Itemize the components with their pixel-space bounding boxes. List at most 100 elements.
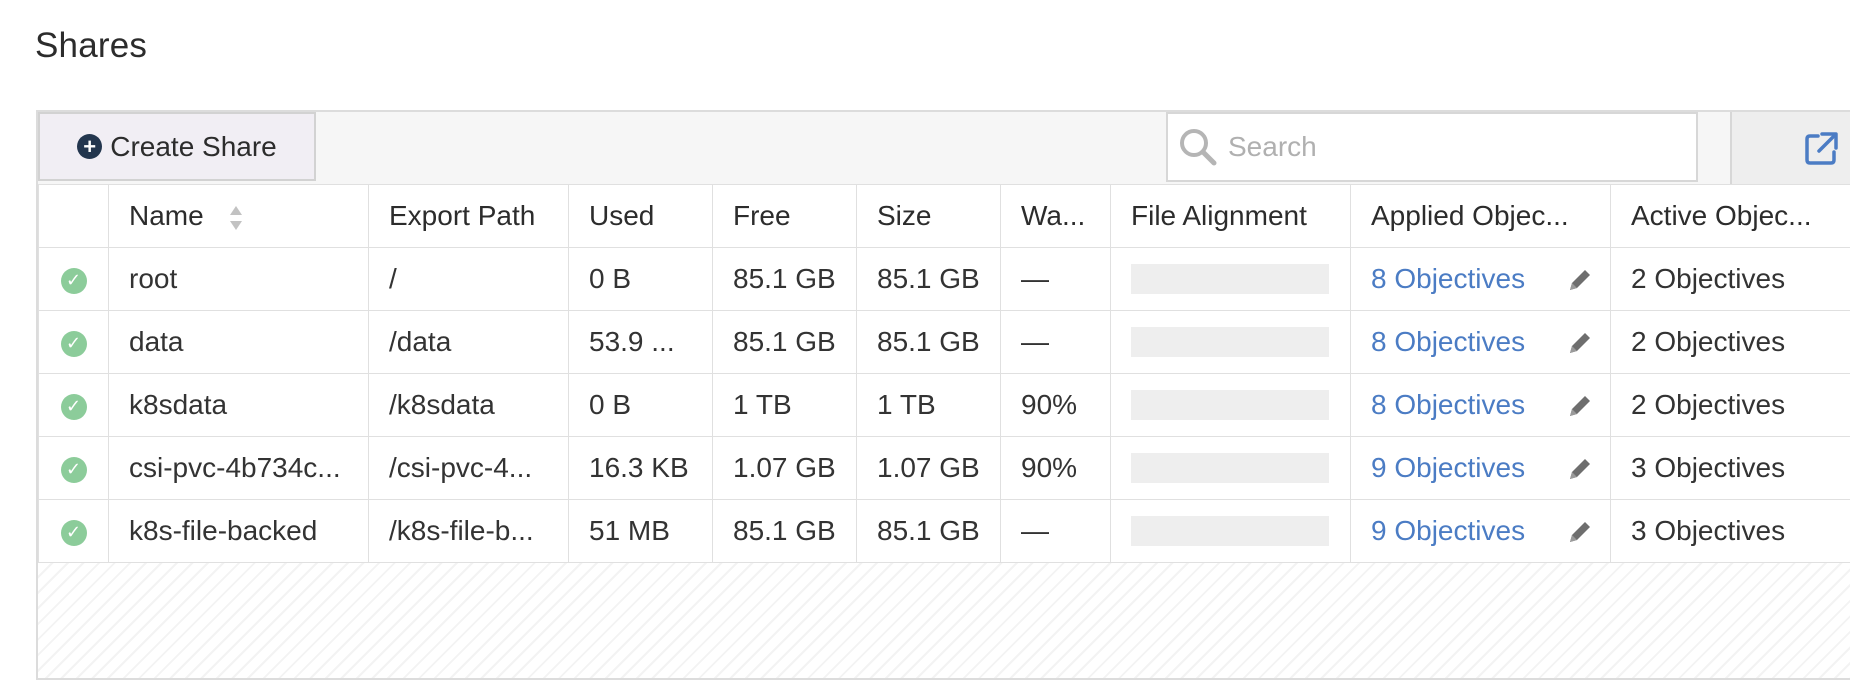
pencil-icon[interactable] (1566, 329, 1594, 357)
file-alignment-cell (1111, 374, 1351, 437)
applied-objectives-cell: 8 Objectives (1351, 248, 1611, 311)
applied-objectives-link[interactable]: 9 Objectives (1371, 452, 1525, 483)
share-name-link[interactable]: k8s-file-backed (109, 500, 369, 563)
page-title: Shares (35, 26, 147, 66)
export-path-cell: /k8s-file-b... (369, 500, 569, 563)
toolbar: + Create Share (38, 112, 1850, 185)
create-share-label: Create Share (110, 131, 277, 163)
share-name-link[interactable]: csi-pvc-4b734c... (109, 437, 369, 500)
table-row[interactable]: ✓ k8sdata /k8sdata 0 B 1 TB 1 TB 90% 8 O… (39, 374, 1850, 437)
size-cell: 85.1 GB (857, 248, 1001, 311)
file-alignment-cell (1111, 500, 1351, 563)
plus-circle-icon: + (77, 134, 102, 159)
used-link[interactable]: 0 B (569, 248, 713, 311)
check-circle-icon: ✓ (61, 268, 87, 294)
status-cell: ✓ (39, 311, 109, 374)
used-link[interactable]: 51 MB (569, 500, 713, 563)
search-box[interactable] (1166, 112, 1698, 182)
file-alignment-bar (1131, 327, 1329, 357)
applied-objectives-link[interactable]: 8 Objectives (1371, 263, 1525, 294)
check-circle-icon: ✓ (61, 457, 87, 483)
size-cell: 1 TB (857, 374, 1001, 437)
pencil-icon[interactable] (1566, 392, 1594, 420)
used-link[interactable]: 16.3 KB (569, 437, 713, 500)
active-objectives-link[interactable]: 2 Objectives (1611, 374, 1850, 437)
export-path-cell: /data (369, 311, 569, 374)
table-row[interactable]: ✓ root / 0 B 85.1 GB 85.1 GB — 8 Objecti… (39, 248, 1850, 311)
table-row[interactable]: ✓ csi-pvc-4b734c... /csi-pvc-4... 16.3 K… (39, 437, 1850, 500)
size-cell: 85.1 GB (857, 311, 1001, 374)
free-cell: 85.1 GB (713, 500, 857, 563)
status-column-header (39, 185, 109, 248)
shares-panel: + Create Share (36, 110, 1850, 680)
table-row[interactable]: ✓ data /data 53.9 ... 85.1 GB 85.1 GB — … (39, 311, 1850, 374)
column-header-warn[interactable]: Wa... (1001, 185, 1111, 248)
sort-icon[interactable] (229, 204, 243, 232)
share-name-link[interactable]: k8sdata (109, 374, 369, 437)
warn-cell: 90% (1001, 437, 1111, 500)
table-row[interactable]: ✓ k8s-file-backed /k8s-file-b... 51 MB 8… (39, 500, 1850, 563)
active-objectives-link[interactable]: 3 Objectives (1611, 500, 1850, 563)
create-share-button[interactable]: + Create Share (38, 112, 316, 181)
column-header-used[interactable]: Used (569, 185, 713, 248)
warn-cell: 90% (1001, 374, 1111, 437)
check-circle-icon: ✓ (61, 394, 87, 420)
status-cell: ✓ (39, 248, 109, 311)
file-alignment-bar (1131, 516, 1329, 546)
column-label-name: Name (129, 200, 204, 231)
search-icon (1178, 127, 1218, 167)
free-cell: 1.07 GB (713, 437, 857, 500)
active-objectives-link[interactable]: 3 Objectives (1611, 437, 1850, 500)
share-name-link[interactable]: data (109, 311, 369, 374)
export-path-cell: /k8sdata (369, 374, 569, 437)
applied-objectives-cell: 9 Objectives (1351, 500, 1611, 563)
file-alignment-bar (1131, 390, 1329, 420)
column-header-file-alignment[interactable]: File Alignment (1111, 185, 1351, 248)
active-objectives-link[interactable]: 2 Objectives (1611, 311, 1850, 374)
file-alignment-cell (1111, 437, 1351, 500)
check-circle-icon: ✓ (61, 520, 87, 546)
column-header-size[interactable]: Size (857, 185, 1001, 248)
file-alignment-bar (1131, 264, 1329, 294)
status-cell: ✓ (39, 437, 109, 500)
used-link[interactable]: 53.9 ... (569, 311, 713, 374)
free-cell: 1 TB (713, 374, 857, 437)
status-cell: ✓ (39, 374, 109, 437)
warn-cell: — (1001, 311, 1111, 374)
column-header-active-objectives[interactable]: Active Objec... (1611, 185, 1850, 248)
export-button[interactable] (1730, 112, 1850, 184)
applied-objectives-cell: 9 Objectives (1351, 437, 1611, 500)
warn-cell: — (1001, 500, 1111, 563)
warn-cell: — (1001, 248, 1111, 311)
pencil-icon[interactable] (1566, 266, 1594, 294)
pencil-icon[interactable] (1566, 455, 1594, 483)
column-header-name[interactable]: Name (109, 185, 369, 248)
export-path-cell: / (369, 248, 569, 311)
shares-table: Name Export Path Used Free Size Wa... Fi… (38, 184, 1850, 563)
used-link[interactable]: 0 B (569, 374, 713, 437)
check-circle-icon: ✓ (61, 331, 87, 357)
applied-objectives-link[interactable]: 9 Objectives (1371, 515, 1525, 546)
external-link-icon (1804, 130, 1840, 166)
free-cell: 85.1 GB (713, 248, 857, 311)
applied-objectives-link[interactable]: 8 Objectives (1371, 326, 1525, 357)
search-input[interactable] (1226, 130, 1670, 164)
applied-objectives-cell: 8 Objectives (1351, 311, 1611, 374)
column-header-free[interactable]: Free (713, 185, 857, 248)
size-cell: 85.1 GB (857, 500, 1001, 563)
applied-objectives-link[interactable]: 8 Objectives (1371, 389, 1525, 420)
size-cell: 1.07 GB (857, 437, 1001, 500)
file-alignment-cell (1111, 311, 1351, 374)
export-path-cell: /csi-pvc-4... (369, 437, 569, 500)
file-alignment-cell (1111, 248, 1351, 311)
free-cell: 85.1 GB (713, 311, 857, 374)
share-name-link[interactable]: root (109, 248, 369, 311)
file-alignment-bar (1131, 453, 1329, 483)
active-objectives-link[interactable]: 2 Objectives (1611, 248, 1850, 311)
status-cell: ✓ (39, 500, 109, 563)
column-header-export-path[interactable]: Export Path (369, 185, 569, 248)
table-header-row: Name Export Path Used Free Size Wa... Fi… (39, 185, 1850, 248)
column-header-applied-objectives[interactable]: Applied Objec... (1351, 185, 1611, 248)
applied-objectives-cell: 8 Objectives (1351, 374, 1611, 437)
pencil-icon[interactable] (1566, 518, 1594, 546)
